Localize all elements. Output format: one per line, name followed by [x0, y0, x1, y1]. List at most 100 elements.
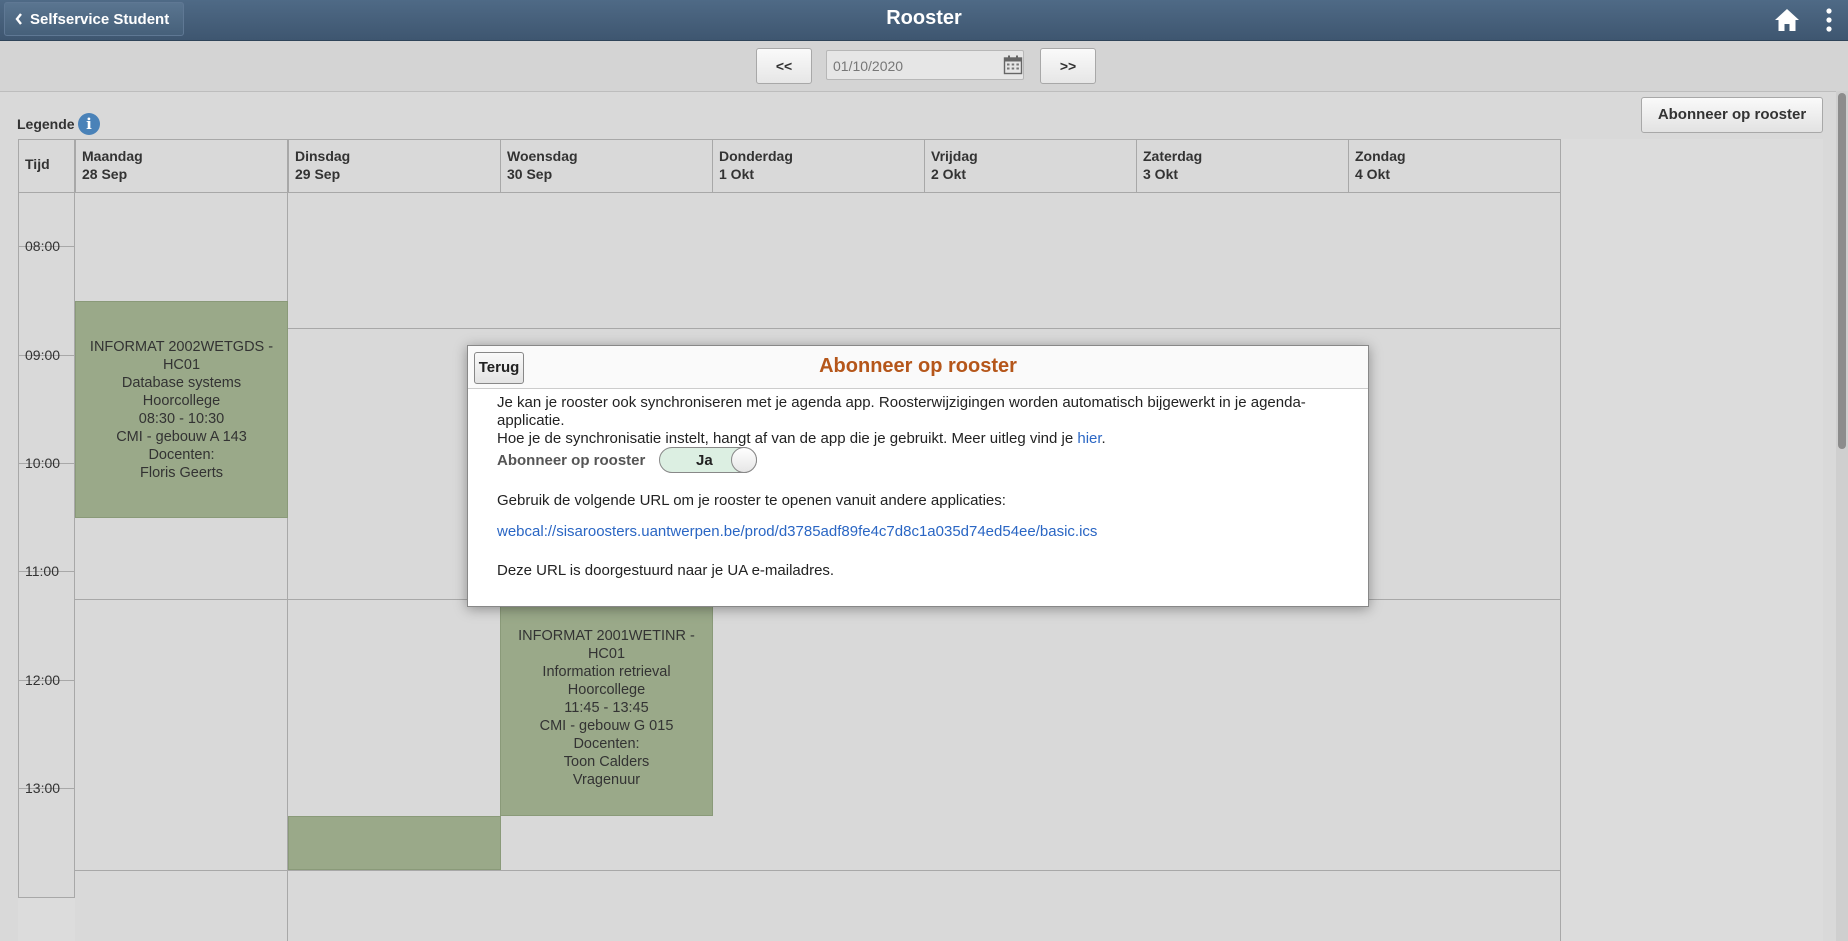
date-input[interactable]: 01/10/2020 — [826, 50, 1024, 80]
schedule-slot[interactable] — [288, 789, 501, 818]
schedule-slot[interactable] — [1348, 707, 1561, 736]
schedule-slot[interactable] — [500, 247, 713, 276]
schedule-event-partial[interactable] — [288, 816, 501, 871]
schedule-slot[interactable] — [500, 274, 713, 303]
schedule-slot[interactable] — [924, 924, 1137, 941]
schedule-slot[interactable] — [712, 653, 925, 682]
schedule-slot[interactable] — [1348, 436, 1561, 465]
schedule-slot[interactable] — [1136, 816, 1349, 845]
schedule-slot[interactable] — [75, 653, 288, 682]
schedule-slot[interactable] — [500, 870, 713, 899]
schedule-slot[interactable] — [288, 247, 501, 276]
schedule-slot[interactable] — [75, 626, 288, 655]
schedule-slot[interactable] — [500, 897, 713, 926]
schedule-slot[interactable] — [1136, 680, 1349, 709]
schedule-slot[interactable] — [924, 707, 1137, 736]
schedule-event[interactable]: INFORMAT 2002WETGDS - HC01 Database syste… — [75, 301, 288, 519]
schedule-slot[interactable] — [75, 843, 288, 872]
schedule-slot[interactable] — [1136, 924, 1349, 941]
schedule-slot[interactable] — [1348, 762, 1561, 791]
schedule-slot[interactable] — [1348, 599, 1561, 628]
schedule-event[interactable]: INFORMAT 2001WETINR - HC01 Information re… — [500, 599, 713, 817]
schedule-slot[interactable] — [924, 653, 1137, 682]
schedule-slot[interactable] — [712, 870, 925, 899]
home-icon[interactable] — [1774, 7, 1800, 33]
schedule-slot[interactable] — [75, 220, 288, 249]
schedule-slot[interactable] — [500, 301, 713, 330]
schedule-slot[interactable] — [1136, 193, 1349, 222]
schedule-slot[interactable] — [1136, 653, 1349, 682]
subscribe-toggle[interactable]: Ja — [659, 447, 757, 473]
schedule-slot[interactable] — [1348, 301, 1561, 330]
schedule-slot[interactable] — [1348, 626, 1561, 655]
schedule-slot[interactable] — [924, 870, 1137, 899]
schedule-slot[interactable] — [1348, 897, 1561, 926]
schedule-slot[interactable] — [288, 274, 501, 303]
schedule-slot[interactable] — [75, 193, 288, 222]
schedule-slot[interactable] — [288, 870, 501, 899]
calendar-url-link[interactable]: webcal://sisaroosters.uantwerpen.be/prod… — [497, 523, 1097, 540]
schedule-slot[interactable] — [75, 518, 288, 547]
schedule-slot[interactable] — [1348, 924, 1561, 941]
schedule-slot[interactable] — [1348, 409, 1561, 438]
schedule-slot[interactable] — [1348, 464, 1561, 493]
schedule-slot[interactable] — [924, 626, 1137, 655]
schedule-slot[interactable] — [1136, 897, 1349, 926]
schedule-slot[interactable] — [712, 301, 925, 330]
schedule-slot[interactable] — [1348, 220, 1561, 249]
schedule-slot[interactable] — [1348, 653, 1561, 682]
schedule-slot[interactable] — [500, 843, 713, 872]
schedule-slot[interactable] — [712, 897, 925, 926]
schedule-slot[interactable] — [75, 599, 288, 628]
schedule-slot[interactable] — [924, 193, 1137, 222]
schedule-slot[interactable] — [75, 545, 288, 574]
schedule-slot[interactable] — [924, 762, 1137, 791]
schedule-slot[interactable] — [712, 247, 925, 276]
schedule-slot[interactable] — [1348, 545, 1561, 574]
schedule-slot[interactable] — [1348, 491, 1561, 520]
schedule-slot[interactable] — [1136, 220, 1349, 249]
schedule-slot[interactable] — [1348, 518, 1561, 547]
schedule-slot[interactable] — [75, 572, 288, 601]
page-scrollbar[interactable] — [1836, 91, 1848, 941]
schedule-slot[interactable] — [1136, 870, 1349, 899]
schedule-slot[interactable] — [1136, 274, 1349, 303]
schedule-slot[interactable] — [1348, 572, 1561, 601]
schedule-slot[interactable] — [712, 924, 925, 941]
schedule-slot[interactable] — [1348, 328, 1561, 357]
schedule-slot[interactable] — [75, 735, 288, 764]
schedule-slot[interactable] — [712, 680, 925, 709]
help-link[interactable]: hier — [1077, 430, 1101, 447]
schedule-slot[interactable] — [75, 762, 288, 791]
schedule-slot[interactable] — [75, 707, 288, 736]
schedule-slot[interactable] — [1348, 193, 1561, 222]
schedule-slot[interactable] — [288, 653, 501, 682]
schedule-slot[interactable] — [712, 707, 925, 736]
schedule-slot[interactable] — [1348, 735, 1561, 764]
schedule-slot[interactable] — [924, 247, 1137, 276]
schedule-slot[interactable] — [1136, 789, 1349, 818]
schedule-slot[interactable] — [75, 924, 288, 941]
schedule-slot[interactable] — [1136, 247, 1349, 276]
schedule-slot[interactable] — [712, 274, 925, 303]
schedule-slot[interactable] — [288, 220, 501, 249]
schedule-slot[interactable] — [712, 762, 925, 791]
schedule-slot[interactable] — [75, 816, 288, 845]
schedule-slot[interactable] — [924, 680, 1137, 709]
schedule-slot[interactable] — [712, 735, 925, 764]
schedule-slot[interactable] — [75, 274, 288, 303]
schedule-slot[interactable] — [500, 816, 713, 845]
schedule-slot[interactable] — [500, 924, 713, 941]
schedule-slot[interactable] — [1136, 626, 1349, 655]
schedule-slot[interactable] — [924, 897, 1137, 926]
schedule-slot[interactable] — [712, 816, 925, 845]
schedule-slot[interactable] — [500, 220, 713, 249]
scrollbar-thumb[interactable] — [1838, 93, 1846, 449]
info-icon[interactable]: i — [78, 113, 100, 135]
schedule-slot[interactable] — [1348, 680, 1561, 709]
schedule-slot[interactable] — [1348, 789, 1561, 818]
schedule-slot[interactable] — [288, 897, 501, 926]
schedule-slot[interactable] — [712, 220, 925, 249]
schedule-slot[interactable] — [924, 816, 1137, 845]
schedule-slot[interactable] — [1136, 301, 1349, 330]
